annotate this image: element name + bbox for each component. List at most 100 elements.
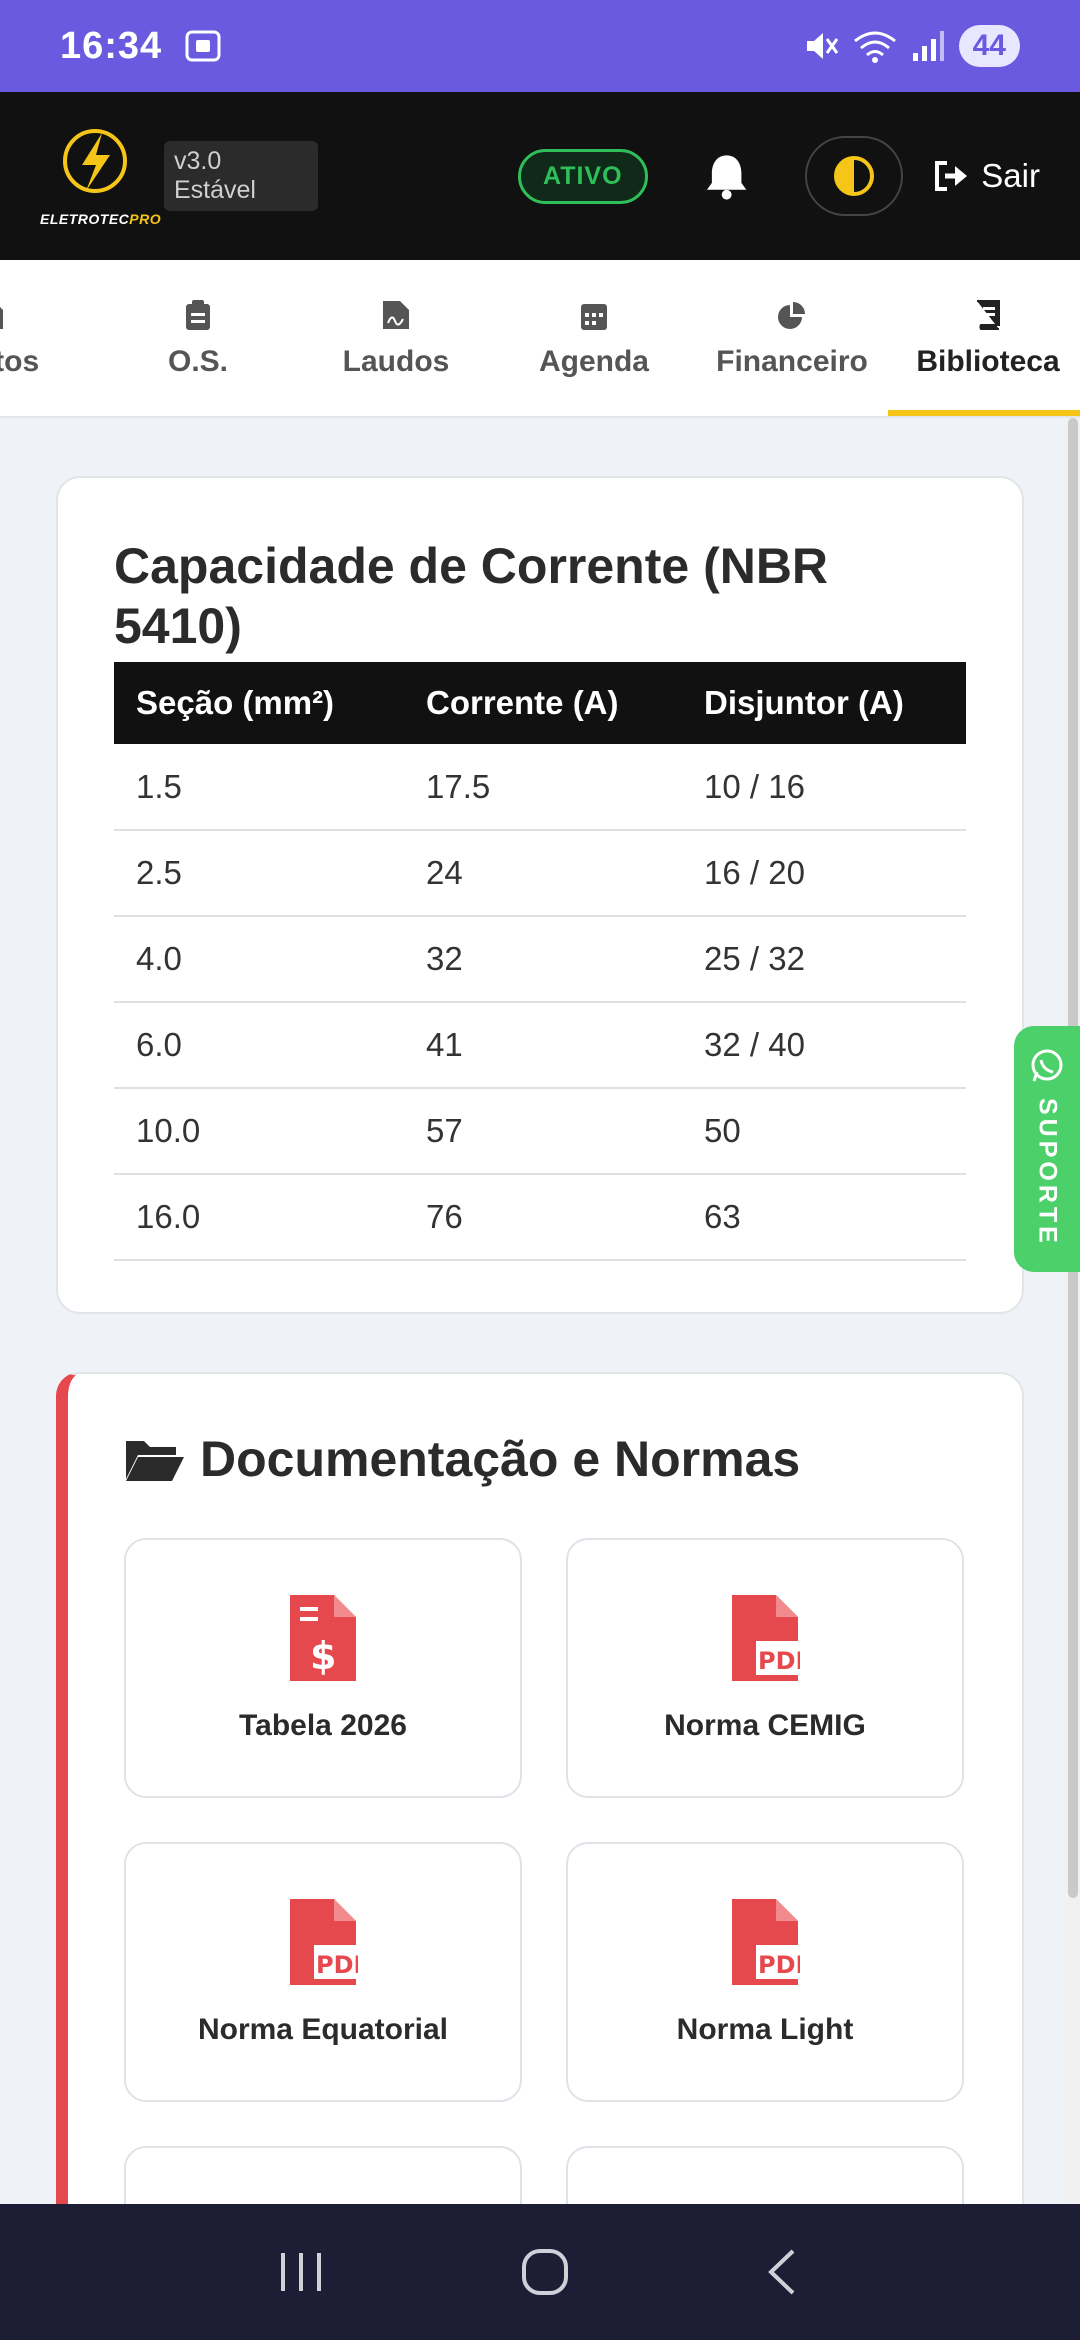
wifi-icon xyxy=(853,31,896,63)
system-nav-bar xyxy=(0,2204,1080,2340)
tab-label: O.S. xyxy=(167,345,228,378)
table-cell: 1.5 xyxy=(114,744,404,831)
doc-label: Norma CEMIG xyxy=(664,1709,866,1742)
version-badge: v3.0 Estável xyxy=(164,141,319,211)
pie-chart-icon xyxy=(778,302,805,329)
table-header-cell: Corrente (A) xyxy=(404,662,682,744)
table-cell: 10.0 xyxy=(114,1088,404,1175)
logo-text-pro: PRO xyxy=(129,211,162,227)
tab-laudos[interactable]: Laudos xyxy=(296,260,496,416)
table-cell: 10 / 16 xyxy=(682,744,966,831)
tab-label: Financeiro xyxy=(716,345,868,378)
table-cell: 57 xyxy=(404,1088,682,1175)
bell-icon[interactable] xyxy=(704,151,749,201)
doc-card-partial[interactable] xyxy=(124,2146,522,2204)
calendar-icon xyxy=(581,304,607,330)
ampacity-card: Capacidade de Corrente (NBR 5410) Seção … xyxy=(56,476,1024,1314)
doc-label: Tabela 2026 xyxy=(239,1709,407,1742)
table-cell: 50 xyxy=(682,1088,966,1175)
doc-card-norma-equatorial[interactable]: PDF Norma Equatorial xyxy=(124,1842,522,2102)
file-pdf-icon: PDF xyxy=(732,1595,800,1681)
file-signature-icon xyxy=(383,301,409,329)
recent-apps-icon[interactable] xyxy=(277,2249,327,2295)
logout-icon xyxy=(935,161,968,191)
table-row: 4.0 32 25 / 32 xyxy=(114,916,966,1003)
table-header-cell: Disjuntor (A) xyxy=(682,662,966,744)
tab-agenda[interactable]: Agenda xyxy=(494,260,694,416)
support-label: SUPORTE xyxy=(1033,1098,1062,1247)
file-pdf-icon: PDF xyxy=(732,1899,800,1985)
theme-toggle-button[interactable] xyxy=(804,136,904,216)
app-logo[interactable]: ELETROTECPRO xyxy=(40,121,161,231)
status-badge: ATIVO xyxy=(518,148,648,204)
table-header-cell: Seção (mm²) xyxy=(114,662,404,744)
tab-orcamentos[interactable]: $ nentos xyxy=(0,260,90,416)
table-row: 6.0 41 32 / 40 xyxy=(114,1002,966,1089)
table-row: 2.5 24 16 / 20 xyxy=(114,830,966,917)
table-cell: 6.0 xyxy=(114,1002,404,1089)
doc-card-tabela-2026[interactable]: $ Tabela 2026 xyxy=(124,1538,522,1798)
status-time: 16:34 xyxy=(60,24,163,67)
folder-open-icon xyxy=(126,1441,184,1481)
docs-title: Documentação e Normas xyxy=(124,1430,966,1488)
tab-label: Biblioteca xyxy=(916,345,1060,378)
home-icon[interactable] xyxy=(520,2247,570,2297)
tab-label: nentos xyxy=(0,345,40,378)
svg-text:PDF: PDF xyxy=(758,1647,800,1675)
status-bar: 16:34 44 xyxy=(0,0,1080,92)
table-cell: 4.0 xyxy=(114,916,404,1003)
logout-label: Sair xyxy=(981,157,1040,194)
doc-card-norma-cemig[interactable]: PDF Norma CEMIG xyxy=(566,1538,964,1798)
table-row: 16.0 76 63 xyxy=(114,1174,966,1261)
logout-button[interactable]: Sair xyxy=(933,157,1040,195)
doc-grid: $ Tabela 2026 PDF Norma CEMIG PDF xyxy=(124,1538,966,2204)
tab-biblioteca[interactable]: Biblioteca xyxy=(888,260,1080,416)
table-cell: 17.5 xyxy=(404,744,682,831)
table-cell: 41 xyxy=(404,1002,682,1089)
tab-bar: $ nentos O.S. Laudos Agenda Financeiro B… xyxy=(0,260,1080,418)
svg-text:PDF: PDF xyxy=(316,1951,358,1979)
file-pdf-icon: PDF xyxy=(290,1899,358,1985)
table-row: 1.5 17.5 10 / 16 xyxy=(114,744,966,831)
table-cell: 63 xyxy=(682,1174,966,1261)
mute-icon xyxy=(806,33,838,59)
table-cell: 16.0 xyxy=(114,1174,404,1261)
logo-text-main: ELETROTEC xyxy=(40,211,130,227)
logo-text: ELETROTECPRO xyxy=(40,211,161,227)
table-row: 10.0 57 50 xyxy=(114,1088,966,1175)
clipboard-icon xyxy=(186,300,210,330)
doc-card-partial[interactable] xyxy=(566,2146,964,2204)
table-cell: 2.5 xyxy=(114,830,404,917)
file-dollar-icon: $ xyxy=(0,307,3,329)
back-icon[interactable] xyxy=(763,2247,803,2297)
signal-icon xyxy=(912,31,944,61)
app-header: ELETROTECPRO v3.0 Estável ATIVO Sair xyxy=(0,92,1080,260)
main-content[interactable]: Capacidade de Corrente (NBR 5410) Seção … xyxy=(0,418,1066,2204)
card-title: Capacidade de Corrente (NBR 5410) xyxy=(114,538,829,654)
table-cell: 76 xyxy=(404,1174,682,1261)
support-button[interactable]: SUPORTE xyxy=(1014,1026,1080,1272)
table-cell: 25 / 32 xyxy=(682,916,966,1003)
tab-label: Laudos xyxy=(342,345,450,378)
table-cell: 32 xyxy=(404,916,682,1003)
table-cell: 16 / 20 xyxy=(682,830,966,917)
svg-text:PDF: PDF xyxy=(758,1951,800,1979)
doc-label: Norma Equatorial xyxy=(197,2013,449,2046)
doc-card-norma-light[interactable]: PDF Norma Light xyxy=(566,1842,964,2102)
tab-os[interactable]: O.S. xyxy=(98,260,298,416)
battery-indicator: 44 xyxy=(958,25,1020,67)
whatsapp-icon xyxy=(1031,1049,1063,1082)
ampacity-table: Seção (mm²) Corrente (A) Disjuntor (A) 1… xyxy=(114,662,966,1261)
docs-card: Documentação e Normas $ Tabela 2026 PD N… xyxy=(56,1372,1024,2204)
doc-label: Norma Light xyxy=(676,2013,854,2046)
table-cell: 32 / 40 xyxy=(682,1002,966,1089)
contrast-icon xyxy=(834,156,875,196)
file-invoice-dollar-icon: $ xyxy=(290,1595,356,1681)
book-icon xyxy=(977,300,1000,330)
tab-financeiro[interactable]: Financeiro xyxy=(692,260,892,416)
docs-title-text: Documentação e Normas xyxy=(200,1431,801,1487)
svg-text:$: $ xyxy=(310,1634,336,1678)
table-cell: 24 xyxy=(404,830,682,917)
lightning-logo-icon xyxy=(63,129,127,193)
screenshot-icon xyxy=(185,30,221,62)
